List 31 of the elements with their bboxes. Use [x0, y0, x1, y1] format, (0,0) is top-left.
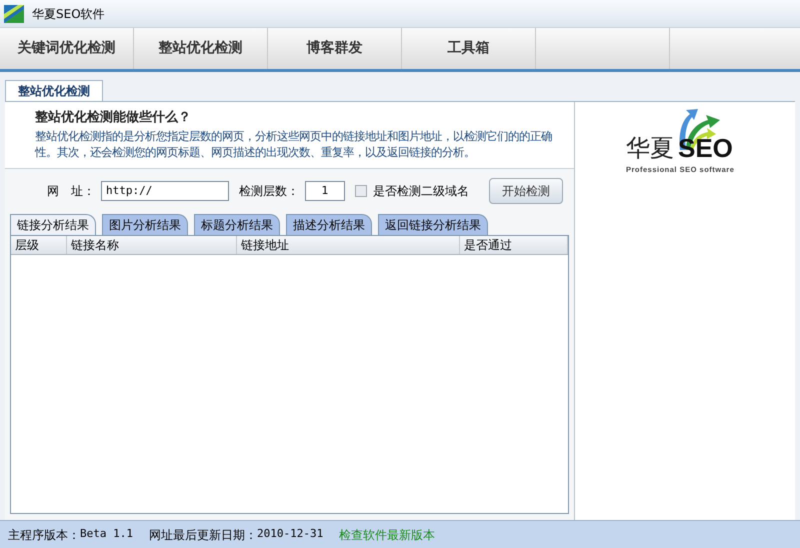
start-button[interactable]: 开始检测: [489, 178, 563, 204]
nav-tab[interactable]: 整站优化检测: [134, 28, 268, 69]
result-tab[interactable]: 链接分析结果: [10, 214, 96, 234]
column-header[interactable]: 是否通过: [460, 236, 568, 254]
url-field[interactable]: http://: [101, 180, 229, 200]
nav-tab[interactable]: 工具箱: [402, 28, 536, 69]
section-tab[interactable]: 整站优化检测: [5, 80, 103, 101]
depth-label: 检测层数：: [239, 182, 299, 200]
logo-mark: SEO: [678, 134, 733, 162]
nav-tab[interactable]: 博客群发: [268, 28, 402, 69]
nav-tab[interactable]: 关键词优化检测: [0, 28, 134, 69]
column-header[interactable]: 链接地址: [237, 236, 460, 254]
url-label: 网 址：: [47, 182, 95, 200]
result-tab[interactable]: 标题分析结果: [194, 214, 280, 234]
version-label: 主程序版本：: [8, 526, 80, 544]
date-value: 2010-12-31: [256, 526, 324, 542]
column-header[interactable]: 链接名称: [67, 236, 237, 254]
column-header[interactable]: 层级: [11, 236, 67, 254]
date-label: 网址最后更新日期：: [148, 526, 257, 544]
intro-text: 整站优化检测指的是分析您指定层数的网页，分析这些网页中的链接地址和图片地址，以检测它们的的正确性。其次，还会检测您的网页标题、网页描述的出现次数、重复率，以及返回链接的分析。: [35, 128, 553, 160]
depth-field[interactable]: 1: [305, 180, 345, 200]
result-tab[interactable]: 返回链接分析结果: [378, 214, 488, 234]
intro-heading: 整站优化检测能做些什么？: [35, 109, 192, 127]
window-title: 华夏SEO软件: [32, 6, 105, 22]
app-icon: [4, 4, 24, 22]
result-tab[interactable]: 图片分析结果: [102, 214, 188, 234]
subdomain-label: 是否检测二级域名: [373, 182, 469, 200]
subdomain-checkbox[interactable]: [355, 184, 367, 196]
result-tab[interactable]: 描述分析结果: [286, 214, 372, 234]
version-value: Beta 1.1: [80, 526, 133, 542]
logo-name: 华夏: [626, 134, 674, 162]
